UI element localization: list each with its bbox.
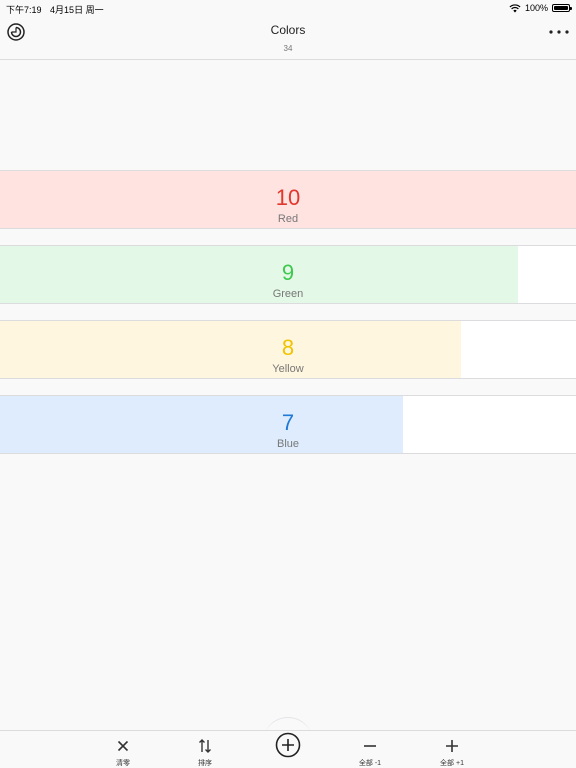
status-right: 100% (509, 3, 572, 13)
sort-label: 排序 (198, 760, 212, 767)
battery-level (554, 6, 568, 10)
sort-icon (199, 739, 211, 753)
counter-row-red[interactable]: 10 Red (0, 170, 576, 229)
status-left: 下午7:19 4月15日 周一 (6, 3, 110, 16)
more-button[interactable] (548, 22, 570, 42)
page-title: Colors (270, 23, 306, 37)
counter-name: Yellow (272, 363, 304, 375)
counter-value: 10 (275, 185, 301, 210)
counter-row-yellow[interactable]: 8 Yellow (0, 320, 576, 379)
counter-name: Blue (276, 438, 300, 450)
counter-row-green[interactable]: 9 Green (0, 245, 576, 304)
minus-all-label: 全部 -1 (358, 760, 382, 767)
plus-all-label: 全部 +1 (440, 760, 464, 767)
app-screen: 下午7:19 4月15日 周一 100% Colors 34 10 Red 9 … (0, 0, 576, 768)
nav-bar: Colors 34 (0, 16, 576, 60)
total-count: 34 (283, 44, 293, 53)
counter-value: 8 (281, 335, 295, 360)
plus-all-button[interactable]: 全部 +1 (427, 731, 477, 768)
add-counter-button[interactable] (275, 732, 301, 758)
battery-icon (552, 4, 572, 12)
minus-icon (364, 745, 376, 747)
minus-all-button[interactable]: 全部 -1 (345, 731, 395, 768)
more-icon (549, 30, 569, 34)
close-icon (117, 740, 129, 752)
status-date: 4月15日 周一 (50, 5, 104, 15)
wifi-icon (509, 3, 521, 12)
counter-row-blue[interactable]: 7 Blue (0, 395, 576, 454)
counter-value: 9 (281, 260, 295, 285)
counter-name: Green (272, 288, 304, 300)
add-circle-icon (275, 732, 301, 758)
counter-value: 7 (281, 410, 295, 435)
sort-button[interactable]: 排序 (180, 731, 230, 768)
plus-icon (446, 740, 458, 752)
status-time: 下午7:19 (6, 5, 42, 15)
reset-button[interactable]: 清零 (98, 731, 148, 768)
battery-percent: 100% (524, 3, 548, 13)
reset-label: 清零 (116, 760, 130, 767)
counter-name: Red (277, 213, 299, 225)
status-bar: 下午7:19 4月15日 周一 100% (0, 0, 576, 16)
